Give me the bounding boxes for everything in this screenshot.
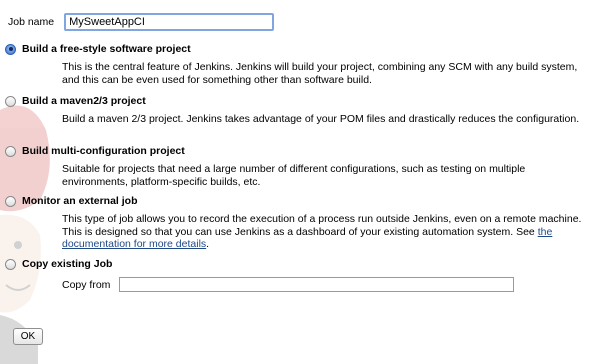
option-title-external-job[interactable]: Monitor an external job	[22, 195, 138, 207]
external-job-desc-text: This type of job allows you to record th…	[62, 213, 582, 238]
option-external-job: Monitor an external job This type of job…	[5, 195, 590, 251]
external-job-desc-end: .	[206, 238, 210, 250]
copy-from-row: Copy from	[62, 277, 515, 292]
copy-from-label: Copy from	[62, 278, 111, 291]
option-title-maven[interactable]: Build a maven2/3 project	[22, 95, 146, 107]
option-title-freestyle[interactable]: Build a free-style software project	[22, 43, 191, 55]
option-desc-freestyle: This is the central feature of Jenkins. …	[62, 61, 578, 86]
radio-copy-job[interactable]	[5, 258, 16, 270]
radio-external-job[interactable]	[5, 195, 16, 207]
option-maven: Build a maven2/3 project Build a maven 2…	[5, 95, 590, 126]
copy-from-input[interactable]	[119, 277, 515, 292]
radio-selected-dot	[8, 47, 13, 51]
radio-freestyle[interactable]	[5, 43, 16, 55]
option-desc-multi-config: Suitable for projects that need a large …	[62, 163, 526, 188]
radio-maven[interactable]	[5, 95, 16, 107]
option-desc-external-job: This type of job allows you to record th…	[62, 213, 590, 251]
job-name-input[interactable]	[64, 13, 275, 31]
option-multi-config: Build multi-configuration project Suitab…	[5, 145, 590, 188]
option-desc-maven: Build a maven 2/3 project. Jenkins takes…	[62, 113, 580, 125]
ok-button[interactable]: OK	[13, 328, 43, 345]
radio-multi-config[interactable]	[5, 145, 16, 157]
job-name-label: Job name	[8, 16, 55, 28]
job-name-row: Job name	[8, 13, 275, 31]
option-title-copy-job[interactable]: Copy existing Job	[22, 258, 112, 270]
option-copy-job: Copy existing Job	[5, 258, 112, 270]
option-freestyle: Build a free-style software project This…	[5, 43, 590, 86]
option-title-multi-config[interactable]: Build multi-configuration project	[22, 145, 185, 157]
